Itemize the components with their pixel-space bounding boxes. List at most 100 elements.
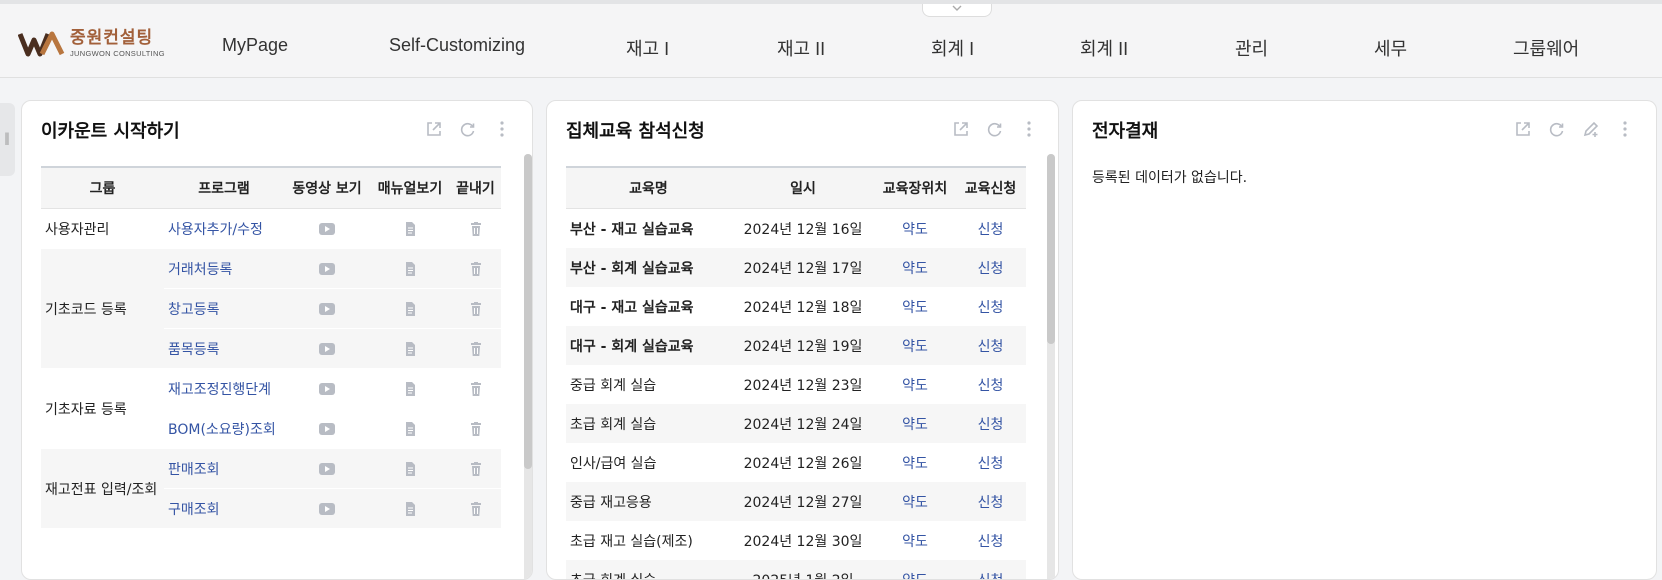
document-icon <box>406 221 415 236</box>
refresh-icon[interactable] <box>1547 119 1567 139</box>
logo-mark <box>17 30 66 58</box>
manual-button[interactable] <box>370 408 450 449</box>
finish-button[interactable] <box>450 208 501 249</box>
nav-tax[interactable]: 세무 <box>1374 35 1407 61</box>
manual-button[interactable] <box>370 288 450 329</box>
external-link-icon[interactable] <box>424 119 444 139</box>
scrollbar-thumb[interactable] <box>1047 154 1055 344</box>
table-row: 부산 - 재고 실습교육 2024년 12월 16일 약도 신청 <box>566 209 1026 249</box>
scrollbar-thumb[interactable] <box>524 154 532 469</box>
map-link[interactable]: 약도 <box>875 326 955 365</box>
course-name: 초급 재고 실습(제조) <box>570 533 693 550</box>
nav-self-customizing[interactable]: Self-Customizing <box>389 35 525 56</box>
manual-button[interactable] <box>370 328 450 369</box>
nav-accounting-2[interactable]: 회계 II <box>1080 35 1128 61</box>
apply-link[interactable]: 신청 <box>955 326 1026 365</box>
external-link-icon[interactable] <box>1513 119 1533 139</box>
program-link[interactable]: 품목등록 <box>164 328 284 369</box>
apply-link[interactable]: 신청 <box>955 248 1026 287</box>
finish-button[interactable] <box>450 368 501 409</box>
refresh-icon[interactable] <box>985 119 1005 139</box>
finish-button[interactable] <box>450 248 501 289</box>
map-link[interactable]: 약도 <box>875 560 955 579</box>
manual-button[interactable] <box>370 368 450 409</box>
panel-actions <box>424 119 512 139</box>
map-link[interactable]: 약도 <box>875 209 955 249</box>
nav-inventory-2[interactable]: 재고 II <box>777 35 825 61</box>
course-date: 2024년 12월 30일 <box>743 533 863 550</box>
video-button[interactable] <box>284 448 370 489</box>
video-icon <box>319 382 335 395</box>
finish-button[interactable] <box>450 488 501 529</box>
manual-button[interactable] <box>370 208 450 249</box>
apply-link[interactable]: 신청 <box>955 521 1026 560</box>
map-link[interactable]: 약도 <box>875 365 955 404</box>
video-button[interactable] <box>284 408 370 449</box>
apply-link[interactable]: 신청 <box>955 560 1026 579</box>
finish-button[interactable] <box>450 328 501 369</box>
nav-groupware[interactable]: 그룹웨어 <box>1513 35 1579 61</box>
apply-link[interactable]: 신청 <box>955 404 1026 443</box>
video-button[interactable] <box>284 368 370 409</box>
program-link[interactable]: 거래처등록 <box>164 248 284 289</box>
finish-button[interactable] <box>450 408 501 449</box>
more-vertical-icon[interactable] <box>1615 119 1635 139</box>
nav-inventory-1[interactable]: 재고 I <box>626 35 669 61</box>
course-name: 초급 회계 실습 <box>566 404 731 443</box>
column-header-video: 동영상 보기 <box>284 166 370 209</box>
program-link[interactable]: 사용자추가/수정 <box>164 208 284 249</box>
video-button[interactable] <box>284 328 370 369</box>
training-table: 교육명 일시 교육장위치 교육신청 부산 - 재고 실습교육 2024년 12월 … <box>566 166 1026 579</box>
manual-button[interactable] <box>370 448 450 489</box>
group-cell: 기초자료 등록 <box>41 368 164 449</box>
apply-link[interactable]: 신청 <box>955 443 1026 482</box>
map-link[interactable]: 약도 <box>875 404 955 443</box>
video-button[interactable] <box>284 288 370 329</box>
apply-link[interactable]: 신청 <box>955 209 1026 249</box>
scrollbar[interactable] <box>524 154 532 579</box>
nav-accounting-1[interactable]: 회계 I <box>931 35 974 61</box>
map-link[interactable]: 약도 <box>875 443 955 482</box>
document-icon <box>406 381 415 396</box>
scrollbar[interactable] <box>1047 154 1055 579</box>
more-vertical-icon[interactable] <box>1019 119 1039 139</box>
table-row: 초급 회계 실습2025년 1월 2일약도신청 <box>566 560 1026 579</box>
table-row: 대구 - 재고 실습교육 2024년 12월 18일 약도 신청 <box>566 287 1026 326</box>
group-cell: 재고전표 입력/조회 <box>41 448 164 529</box>
map-link[interactable]: 약도 <box>875 482 955 521</box>
external-link-icon[interactable] <box>951 119 971 139</box>
video-button[interactable] <box>284 208 370 249</box>
more-vertical-icon[interactable] <box>492 119 512 139</box>
edit-icon[interactable] <box>1581 119 1601 139</box>
table-row: 대구 - 회계 실습교육 2024년 12월 19일 약도 신청 <box>566 326 1026 365</box>
video-icon <box>319 462 335 475</box>
getting-started-table: 그룹 프로그램 동영상 보기 매뉴얼보기 끝내기 사용자관리 사용자추가/수정 기초… <box>41 166 501 529</box>
program-link[interactable]: BOM(소요량)조회 <box>164 408 284 449</box>
course-date: 2024년 12월 19일 <box>731 326 875 365</box>
sidebar-toggle-handle[interactable]: ‖ <box>0 103 15 176</box>
program-link[interactable]: 구매조회 <box>164 488 284 529</box>
manual-button[interactable] <box>370 248 450 289</box>
company-logo[interactable]: 중원컨설팅 JUNGWON CONSULTING <box>17 28 165 60</box>
panel-actions <box>1513 119 1635 139</box>
video-icon <box>319 342 335 355</box>
finish-button[interactable] <box>450 448 501 489</box>
map-link[interactable]: 약도 <box>875 287 955 326</box>
apply-link[interactable]: 신청 <box>955 287 1026 326</box>
nav-management[interactable]: 관리 <box>1235 35 1268 61</box>
collapse-header-toggle[interactable] <box>922 4 992 17</box>
program-link[interactable]: 판매조회 <box>164 448 284 489</box>
finish-button[interactable] <box>450 288 501 329</box>
apply-link[interactable]: 신청 <box>955 365 1026 404</box>
program-link[interactable]: 창고등록 <box>164 288 284 329</box>
manual-button[interactable] <box>370 488 450 529</box>
video-button[interactable] <box>284 488 370 529</box>
nav-mypage[interactable]: MyPage <box>222 35 288 56</box>
apply-link[interactable]: 신청 <box>955 482 1026 521</box>
table-row: 중급 재고응용 2024년 12월 27일 약도 신청 <box>566 482 1026 521</box>
refresh-icon[interactable] <box>458 119 478 139</box>
video-button[interactable] <box>284 248 370 289</box>
map-link[interactable]: 약도 <box>875 521 955 560</box>
program-link[interactable]: 재고조정진행단계 <box>164 368 284 409</box>
map-link[interactable]: 약도 <box>875 248 955 287</box>
